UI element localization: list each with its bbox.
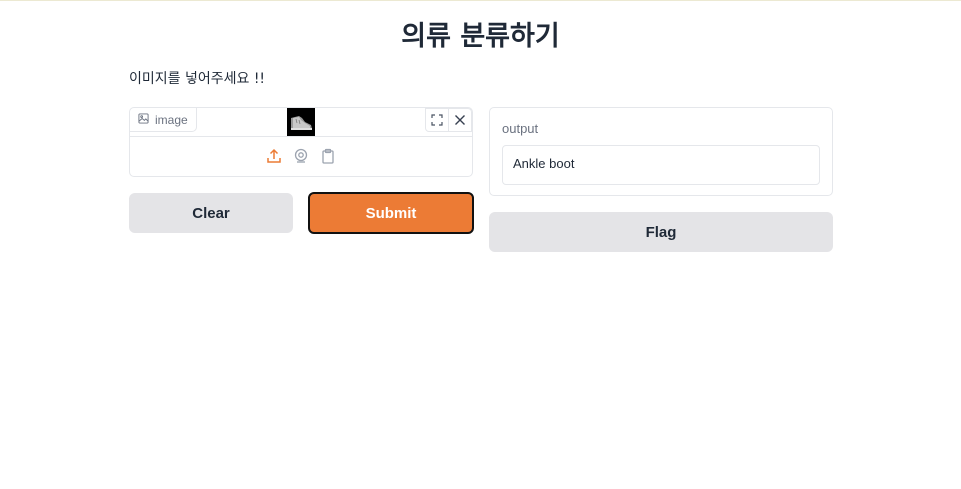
image-toolbar: [425, 108, 472, 132]
image-input-panel[interactable]: image: [129, 107, 473, 177]
flag-button[interactable]: Flag: [489, 212, 833, 252]
fullscreen-icon[interactable]: [426, 109, 448, 131]
image-input-label: image: [130, 108, 197, 132]
top-border: [0, 0, 961, 1]
output-textbox[interactable]: Ankle boot: [502, 145, 820, 185]
output-panel: output Ankle boot: [489, 107, 833, 196]
image-preview: [287, 108, 315, 136]
output-label: output: [502, 121, 539, 136]
image-divider: [130, 136, 472, 137]
image-source-selector: [130, 147, 472, 164]
submit-button[interactable]: Submit: [308, 192, 474, 234]
page-title: 의류 분류하기: [401, 21, 560, 52]
image-label-text: image: [155, 112, 188, 127]
image-icon: [138, 112, 149, 127]
upload-icon[interactable]: [266, 147, 283, 164]
close-icon[interactable]: [448, 109, 471, 131]
clear-button[interactable]: Clear: [129, 193, 293, 233]
page-description: 이미지를 넣어주세요 !!: [129, 71, 266, 87]
webcam-icon[interactable]: [293, 147, 310, 164]
clipboard-icon[interactable]: [320, 147, 337, 164]
